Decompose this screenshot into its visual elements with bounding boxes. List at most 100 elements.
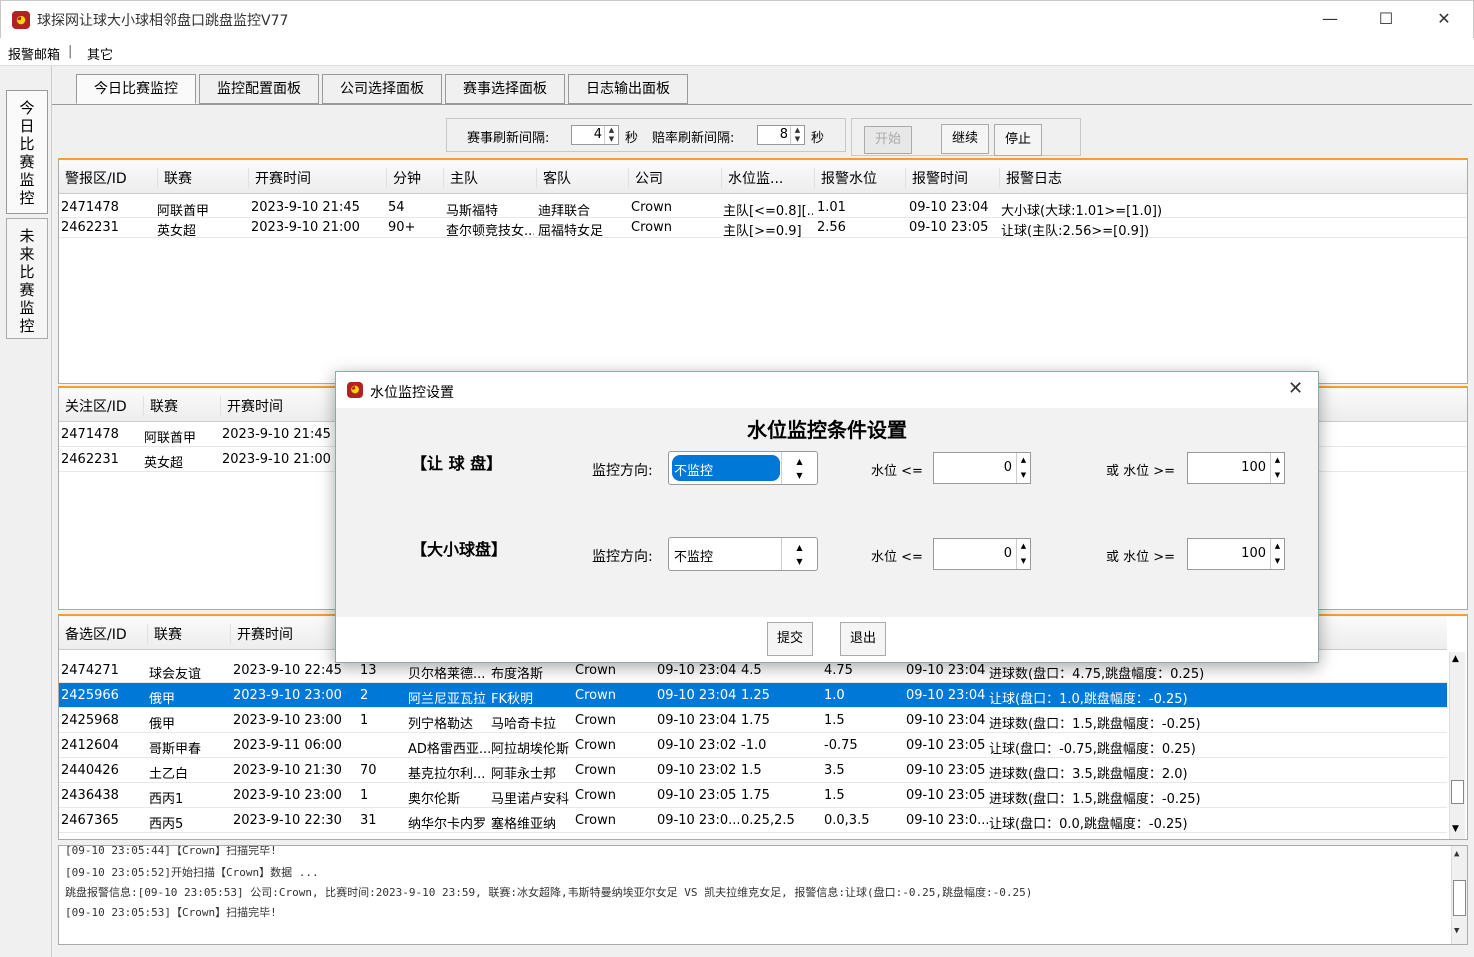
handicap-low-spinner[interactable]: 0 ▲ ▼ [933,452,1031,484]
col-start-time[interactable]: 开赛时间 [248,168,311,188]
submit-button[interactable]: 提交 [767,622,813,656]
cell-league: 西丙5 [149,817,184,832]
odds-refresh-spinner[interactable]: 8 ▲ ▼ [757,125,805,145]
spinner-arrows-icon[interactable]: ▲ ▼ [790,126,804,144]
tab-log-output[interactable]: 日志输出面板 [568,74,688,104]
overunder-low-spinner[interactable]: 0 ▲ ▼ [933,538,1031,570]
cell-old-line: 1.75 [741,713,770,728]
match-refresh-spinner[interactable]: 4 ▲ ▼ [571,125,619,145]
col-alarm-water[interactable]: 报警水位 [814,168,877,188]
cell-id: 2425968 [61,713,119,728]
match-refresh-unit: 秒 [625,131,639,146]
overunder-section-label: 【大小球盘】 [411,540,508,559]
col-start-time[interactable]: 开赛时间 [230,624,293,644]
col-minute[interactable]: 分钟 [386,168,421,188]
col-home[interactable]: 主队 [443,168,478,188]
stop-button[interactable]: 停止 [994,124,1042,156]
cell-start-time: 2023-9-10 21:00 [251,220,360,235]
cell-old-line: 1.75 [741,788,770,803]
dialog-close-icon[interactable]: ✕ [1288,378,1303,399]
table-row[interactable]: 2425968 俄甲 2023-9-10 23:00 1 列宁格勒达 马哈奇卡拉 Crown… [59,708,1447,733]
overunder-high-label: 或 水位 >= [1106,550,1176,565]
cell-alarm-info: 进球数(盘口：4.75,跳盘幅度：0.25) [989,667,1205,682]
exit-button[interactable]: 退出 [840,622,886,656]
start-button[interactable]: 开始 [864,126,912,154]
match-refresh-value: 4 [593,127,602,142]
side-tab-future[interactable]: 未来比赛监控 [6,218,48,339]
col-company[interactable]: 公司 [628,168,663,188]
dialog-footer: 提交 退出 [336,617,1318,662]
cell-start-time: 2023-9-10 23:00 [233,688,342,703]
minimize-button[interactable]: — [1301,1,1359,39]
log-scrollbar[interactable]: ▲ ▼ [1451,846,1467,944]
updown-arrows-icon[interactable]: ▲ ▼ [781,452,817,484]
cell-alarm-time: 09-10 23:05 [906,788,986,803]
col-water-monitor[interactable]: 水位监... [721,168,783,188]
scroll-thumb[interactable] [1451,780,1464,804]
tab-event-select[interactable]: 赛事选择面板 [445,74,565,104]
side-tab-future-label: 未来比赛监控 [19,227,35,335]
tab-monitor-config[interactable]: 监控配置面板 [199,74,319,104]
cell-new-line: -0.75 [824,738,858,753]
scroll-up-icon[interactable]: ▲ [1452,654,1459,664]
spinner-arrows-icon[interactable]: ▲ ▼ [1016,539,1030,569]
odds-refresh-label: 赔率刷新间隔: [652,131,735,146]
spinner-arrows-icon[interactable]: ▲ ▼ [1016,453,1030,483]
col-league[interactable]: 联赛 [147,624,182,644]
scroll-thumb[interactable] [1453,880,1466,916]
cell-alarm-info: 让球(盘口：1.0,跳盘幅度：-0.25) [989,692,1188,707]
cell-league: 阿联酋甲 [144,431,197,446]
menu-other[interactable]: 其它 [87,44,113,63]
continue-button[interactable]: 继续 [941,124,989,154]
cell-minute: 54 [388,200,405,215]
table-row[interactable]: 2462231 英女超 2023-9-10 21:00 90+ 查尔顿竞技女..… [59,218,1467,239]
col-backup-id[interactable]: 备选区/ID [59,624,127,644]
table-row[interactable]: 2412604 哥斯甲春 2023-9-11 06:00 AD格雷西亚... 阿拉胡埃伦… [59,733,1447,758]
alarm-table-header: 警报区/ID 联赛 开赛时间 分钟 主队 客队 公司 水位监... 报警水位 报… [59,160,1467,194]
cell-alarm-log: 大小球(大球:1.01>=[1.0]) [1001,204,1163,219]
overunder-high-spinner[interactable]: 100 ▲ ▼ [1187,538,1285,570]
handicap-direction-select[interactable]: 不监控 ▲ ▼ [668,451,818,485]
menu-alarm-email[interactable]: 报警邮箱 [8,44,60,63]
cell-company: Crown [575,713,616,728]
table-row[interactable]: 2436438 西丙1 2023-9-10 23:00 1 奥尔伦斯 马里诺卢安科 Crow… [59,783,1447,808]
close-button[interactable]: ✕ [1415,1,1473,39]
cell-league: 土乙白 [149,767,189,782]
spinner-arrows-icon[interactable]: ▲ ▼ [1270,453,1284,483]
maximize-button[interactable]: ☐ [1357,1,1415,39]
cell-new-line: 4.75 [824,663,853,678]
tab-company-select[interactable]: 公司选择面板 [322,74,442,104]
cell-id: 2440426 [61,763,119,778]
col-league[interactable]: 联赛 [143,396,178,416]
col-alarm-id[interactable]: 警报区/ID [59,168,127,188]
cell-minute: 31 [360,813,377,828]
table-row[interactable]: 2471478 阿联酋甲 2023-9-10 21:45 54 马斯福特 迪拜联… [59,198,1467,219]
cell-id: 2436438 [61,788,119,803]
cell-start-time: 2023-9-10 21:45 [251,200,360,215]
col-alarm-time[interactable]: 报警时间 [905,168,968,188]
scroll-down-icon[interactable]: ▼ [1452,824,1459,834]
log-output[interactable]: [09-10 23:05:44]【Crown】扫描完毕! [09-10 23:0… [58,845,1468,945]
side-tab-today[interactable]: 今日比赛监控 [6,90,48,214]
col-watch-id[interactable]: 关注区/ID [59,396,127,416]
col-league[interactable]: 联赛 [157,168,192,188]
alarm-table: 警报区/ID 联赛 开赛时间 分钟 主队 客队 公司 水位监... 报警水位 报… [58,158,1468,384]
overunder-direction-select[interactable]: 不监控 ▲ ▼ [668,537,818,571]
spinner-arrows-icon[interactable]: ▲ ▼ [604,126,618,144]
table-row[interactable]: 2440426 土乙白 2023-9-10 21:30 70 基克拉尔利... 阿菲永士邦… [59,758,1447,783]
col-start-time[interactable]: 开赛时间 [220,396,283,416]
spinner-arrows-icon[interactable]: ▲ ▼ [1270,539,1284,569]
updown-arrows-icon[interactable]: ▲ ▼ [781,538,817,570]
scroll-down-icon[interactable]: ▼ [1454,926,1459,936]
table-row[interactable]: 2467365 西丙5 2023-9-10 22:30 31 纳华尔卡内罗 塞格维亚纳 Cr… [59,808,1447,833]
handicap-section-label: 【让 球 盘】 [411,454,503,473]
app-logo-icon: ◕ [12,11,30,29]
scroll-up-icon[interactable]: ▲ [1454,849,1459,859]
backup-scrollbar[interactable]: ▲ ▼ [1449,652,1465,839]
handicap-high-spinner[interactable]: 100 ▲ ▼ [1187,452,1285,484]
cell-home: 奥尔伦斯 [408,792,461,807]
table-row[interactable]: 2425966 俄甲 2023-9-10 23:00 2 阿兰尼亚瓦拉 FK秋明 Crown… [59,683,1447,708]
col-alarm-log[interactable]: 报警日志 [999,168,1062,188]
tab-today-monitor[interactable]: 今日比赛监控 [76,74,196,104]
col-away[interactable]: 客队 [536,168,571,188]
